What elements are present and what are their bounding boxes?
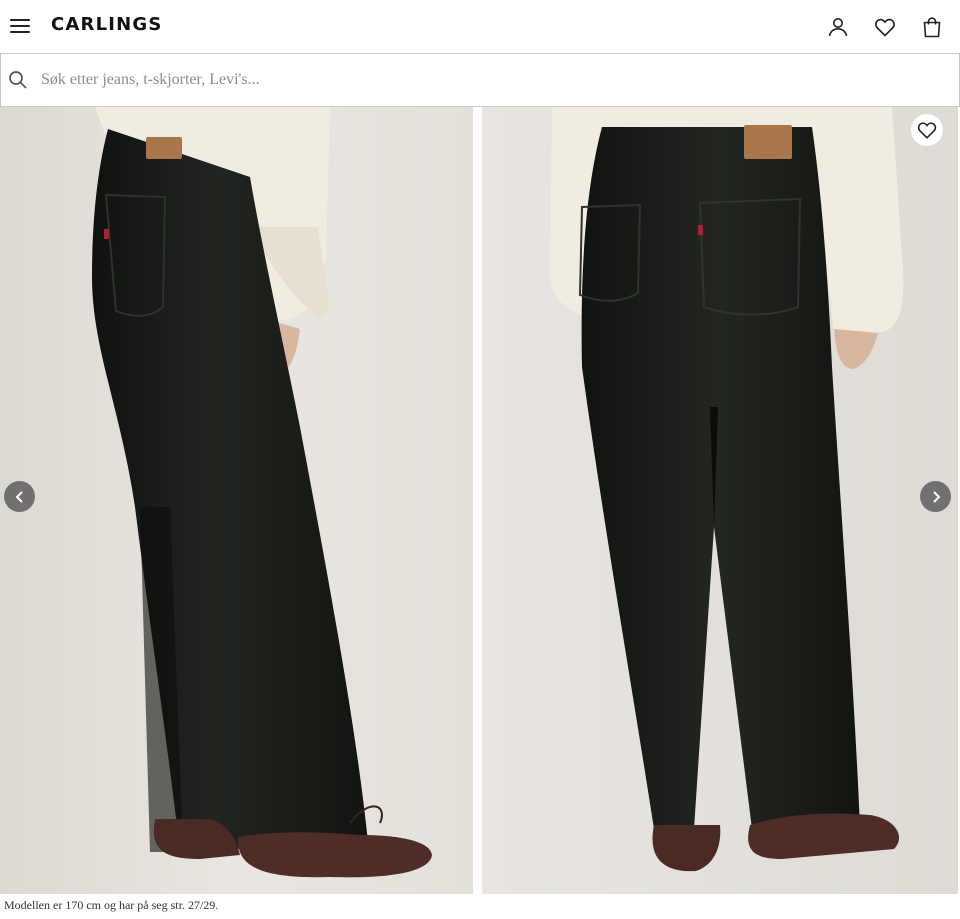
chevron-right-icon[interactable] xyxy=(920,481,951,512)
search-input[interactable] xyxy=(41,68,921,92)
brand-logo[interactable]: CARLINGS xyxy=(51,14,163,35)
hamburger-menu-icon[interactable] xyxy=(10,16,32,36)
chevron-left-icon[interactable] xyxy=(4,481,35,512)
shopping-bag-icon[interactable] xyxy=(920,15,944,39)
product-image-side-view[interactable] xyxy=(0,107,473,894)
user-icon[interactable] xyxy=(826,15,850,39)
product-image-back-view[interactable] xyxy=(482,107,958,894)
heart-icon[interactable] xyxy=(873,15,897,39)
model-size-caption: Modellen er 170 cm og har på seg str. 27… xyxy=(4,898,219,912)
favorite-heart-icon[interactable] xyxy=(911,114,943,146)
product-image-gallery xyxy=(0,107,960,894)
search-bar xyxy=(0,53,960,107)
search-icon[interactable] xyxy=(8,70,28,90)
top-bar: CARLINGS xyxy=(0,0,960,53)
